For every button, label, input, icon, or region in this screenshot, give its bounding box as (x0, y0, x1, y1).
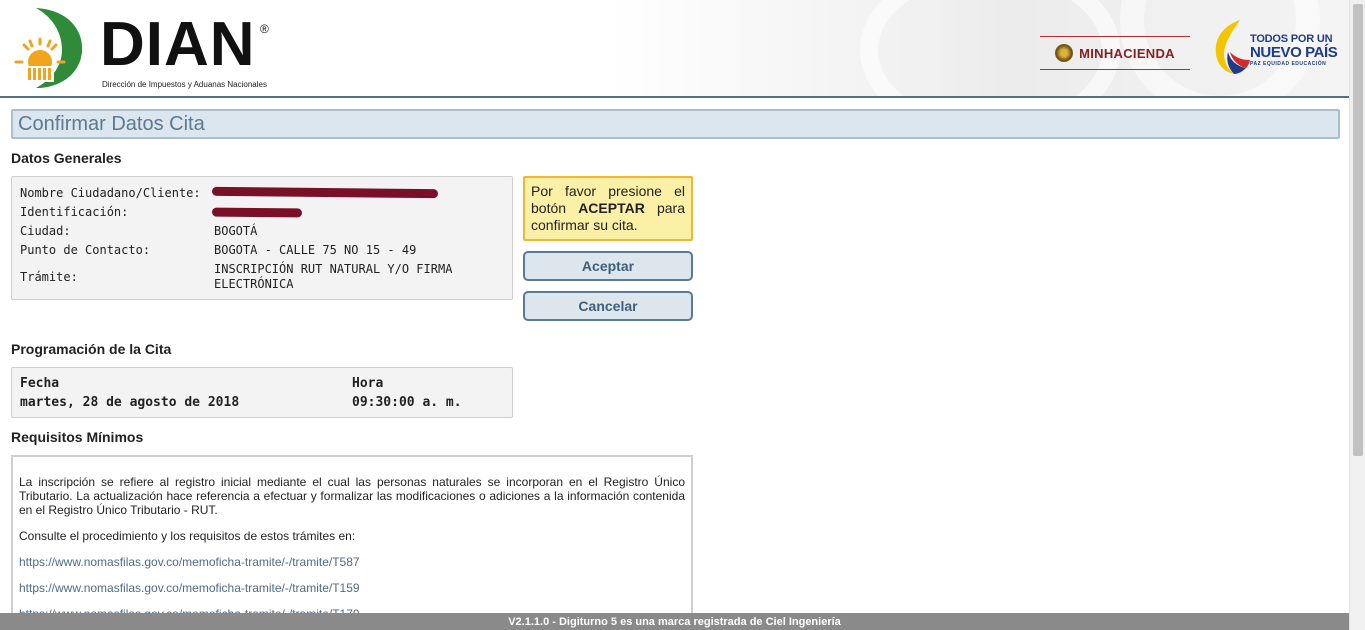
datos-row-ciudad: Ciudad: BOGOTÁ (20, 224, 510, 239)
colombia-crest-icon (1055, 44, 1074, 62)
hora-label: Hora (352, 376, 384, 391)
datos-value: BOGOTA - CALLE 75 NO 15 - 49 (214, 243, 417, 257)
tramite-link-t159[interactable]: https://www.nomasfilas.gov.co/memoficha-… (19, 581, 685, 595)
datos-row-tramite: Trámite: INSCRIPCIÓN RUT NATURAL Y/O FIR… (20, 262, 510, 292)
cancel-button[interactable]: Cancelar (523, 291, 693, 321)
dian-logo[interactable]: DIAN ® Dirección de Impuestos y Aduanas … (12, 6, 272, 92)
programacion-title: Programación de la Cita (11, 341, 172, 357)
fecha-label: Fecha (20, 376, 60, 391)
requisitos-consulte: Consulte el procedimiento y los requisit… (19, 529, 356, 543)
page-scrollbar[interactable] (1349, 0, 1365, 630)
requisitos-paragraph: La inscripción se refiere al registro in… (19, 475, 685, 517)
page-title: Confirmar Datos Cita (11, 109, 1340, 139)
hora-value: 09:30:00 a. m. (352, 395, 462, 410)
datos-generales-title: Datos Generales (11, 150, 122, 166)
todos-por-un-nuevo-pais-logo[interactable]: TODOS POR UN NUEVO PAÍS PAZ EQUIDAD EDUC… (1212, 18, 1342, 78)
notice-text-bold: ACEPTAR (578, 200, 645, 216)
fecha-value: martes, 28 de agosto de 2018 (20, 395, 240, 410)
minhacienda-logo[interactable]: MINHACIENDA (1040, 36, 1190, 70)
colombia-flag-swirl-icon (1215, 20, 1250, 74)
datos-row-punto-contacto: Punto de Contacto: BOGOTA - CALLE 75 NO … (20, 243, 510, 258)
requisitos-title: Requisitos Mínimos (11, 429, 144, 445)
dian-subtitle: Dirección de Impuestos y Aduanas Naciona… (102, 80, 267, 89)
requisitos-panel: La inscripción se refiere al registro in… (11, 455, 693, 630)
datos-label: Punto de Contacto: (20, 243, 151, 257)
dian-wordmark: DIAN (100, 10, 256, 79)
datos-generales-panel: Nombre Ciudadano/Cliente: Identificación… (11, 176, 513, 300)
dian-emblem-icon (14, 8, 83, 88)
programacion-panel: Fecha martes, 28 de agosto de 2018 Hora … (11, 367, 513, 418)
datos-label: Trámite: (20, 270, 78, 284)
redaction-mark (211, 207, 303, 218)
footer-version: V2.1.1.0 - Digiturno 5 es una marca regi… (0, 613, 1349, 630)
datos-value: BOGOTÁ (214, 224, 258, 238)
minhacienda-label: MINHACIENDA (1079, 45, 1175, 61)
tpnp-line2: NUEVO PAÍS (1250, 44, 1338, 61)
confirm-notice: Por favor presione el botón ACEPTAR para… (523, 176, 693, 241)
scrollbar-thumb[interactable] (1353, 4, 1363, 456)
accept-button[interactable]: Aceptar (523, 251, 693, 281)
tpnp-line3: PAZ EQUIDAD EDUCACIÓN (1250, 61, 1327, 67)
site-header: DIAN ® Dirección de Impuestos y Aduanas … (0, 0, 1349, 98)
tpnp-text: TODOS POR UN NUEVO PAÍS PAZ EQUIDAD EDUC… (1250, 34, 1338, 67)
datos-label: Identificación: (20, 205, 129, 219)
datos-value: INSCRIPCIÓN RUT NATURAL Y/O FIRMA ELECTR… (214, 262, 453, 291)
datos-label: Nombre Ciudadano/Cliente: (20, 186, 201, 200)
tramite-link-t587[interactable]: https://www.nomasfilas.gov.co/memoficha-… (19, 555, 685, 569)
datos-label: Ciudad: (20, 224, 71, 238)
registered-mark: ® (260, 22, 269, 36)
